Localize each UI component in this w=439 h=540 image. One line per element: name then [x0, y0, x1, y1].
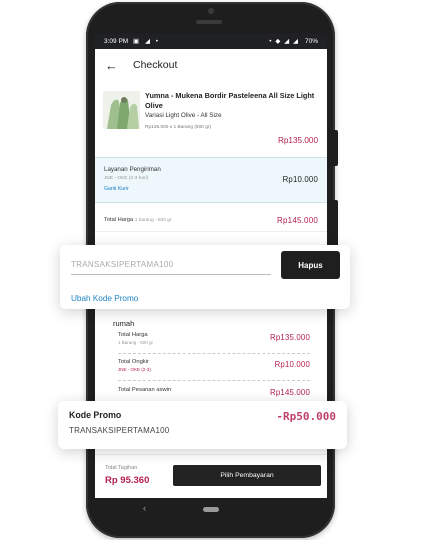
volume-button [333, 130, 338, 166]
promo-discount-value: -Rp50.000 [276, 410, 336, 423]
summary-row-value: Rp10.000 [274, 360, 310, 369]
shipping-title: Layanan Pengiriman [104, 166, 161, 173]
total-price-label: Total Harga 1 barang - 500 gr [104, 217, 172, 223]
nav-back-icon[interactable]: ‹ [143, 503, 146, 513]
summary-heading: rumah [113, 319, 135, 328]
total-bill-label: Total Tagihan [105, 465, 138, 471]
system-nav-bar: ‹ [95, 498, 327, 522]
promo-code-card: Hapus Ubah Kode Promo [60, 245, 350, 309]
product-variant: Variasi Light Olive - All Size [145, 112, 222, 119]
camera [208, 8, 214, 14]
status-bar: 3:09 PM ▣ ◢ • • ◆ ◢ ◢ 70% [95, 34, 327, 49]
product-name: Yumna - Mukena Bordir Pasteleena All Siz… [145, 91, 315, 110]
total-price-value: Rp145.000 [277, 216, 318, 225]
back-arrow-icon[interactable]: ← [105, 58, 118, 73]
promo-code-input[interactable] [71, 255, 271, 275]
choose-payment-button[interactable]: Pilih Pembayaran [173, 465, 321, 486]
app-bar: ← Checkout [95, 49, 327, 83]
product-meta: Rp135.000 x 1 Barang (500 gr) [145, 125, 212, 130]
summary-row-label: Total Ongkir [118, 359, 149, 365]
summary-row: Total Harga 1 Barang - 500 gr Rp135.000 [118, 330, 310, 354]
summary-row-sub: 1 Barang - 500 gr [118, 340, 154, 345]
summary-row-label: Total Pesanan aswin [118, 387, 172, 393]
summary-row-sub: JNE - OKE (2-3) [118, 367, 151, 372]
promo-code-text: TRANSAKSIPERTAMA100 [69, 426, 170, 435]
notification-icons: ▣ ◢ • [133, 38, 161, 45]
summary-row: Total Ongkir JNE - OKE (2-3) Rp10.000 [118, 357, 310, 381]
change-promo-link[interactable]: Ubah Kode Promo [71, 294, 138, 303]
summary-row-label: Total Harga [118, 332, 148, 338]
shipping-price: Rp10.000 [282, 175, 318, 184]
battery-level: 70% [304, 38, 318, 45]
signal-icons: • ◆ ◢ ◢ [269, 38, 299, 45]
change-courier-link[interactable]: Ganti Kurir [104, 186, 129, 192]
summary-row-value: Rp135.000 [270, 333, 310, 342]
applied-promo-card: Kode Promo TRANSAKSIPERTAMA100 -Rp50.000 [58, 401, 347, 449]
order-summary: rumah Total Harga 1 Barang - 500 gr Rp13… [108, 313, 316, 413]
product-image [103, 91, 140, 129]
total-price-sub: 1 barang - 500 gr [134, 218, 172, 223]
speaker [196, 20, 222, 24]
remove-promo-button[interactable]: Hapus [281, 251, 340, 279]
page-title: Checkout [133, 59, 178, 71]
nav-home-icon[interactable] [203, 507, 219, 512]
shipping-courier: JNE - OKE (2-3 hari) [104, 176, 149, 181]
summary-row-value: Rp145.000 [270, 388, 310, 397]
checkout-bottom-bar: Total Tagihan Rp 95.360 Pilih Pembayaran [95, 454, 327, 498]
total-bill-value: Rp 95.360 [105, 475, 150, 486]
total-price-label-text: Total Harga [104, 217, 134, 223]
total-price-row: Total Harga 1 barang - 500 gr Rp145.000 [95, 208, 327, 232]
product-item: Yumna - Mukena Bordir Pasteleena All Siz… [95, 83, 327, 155]
promo-title: Kode Promo [69, 410, 122, 420]
shipping-service[interactable]: Layanan Pengiriman JNE - OKE (2-3 hari) … [95, 157, 327, 203]
status-time: 3:09 PM [104, 38, 129, 45]
product-price: Rp135.000 [277, 136, 318, 145]
